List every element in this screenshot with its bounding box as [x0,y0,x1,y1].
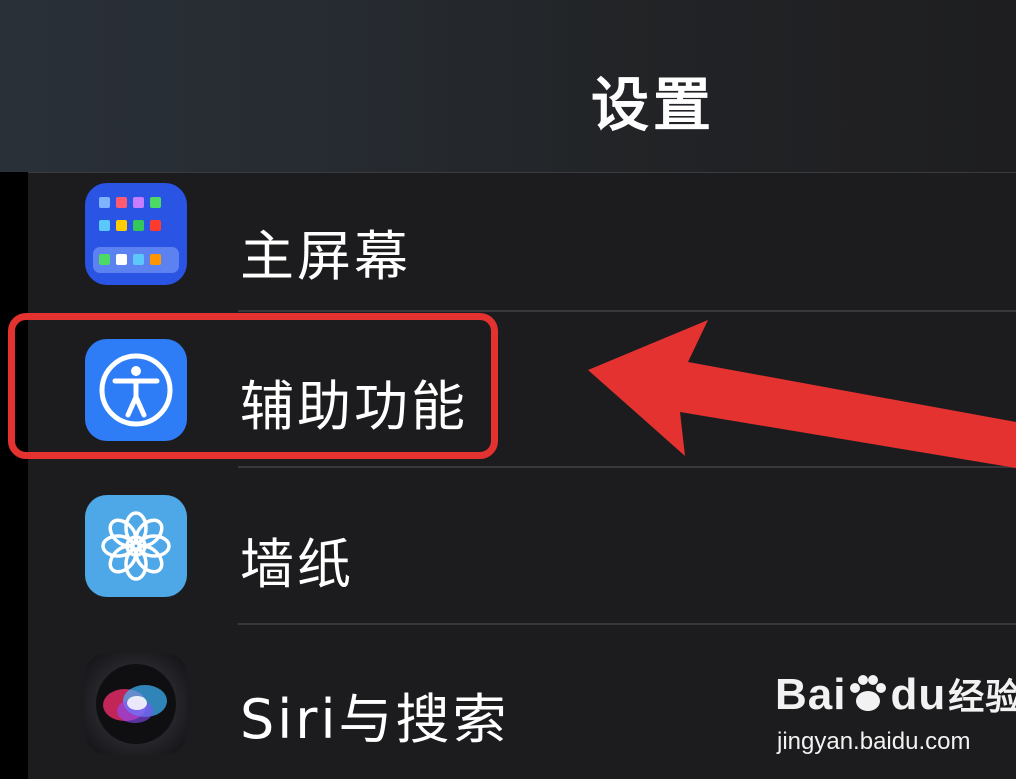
red-arrow-annotation [588,320,1016,468]
paw-icon [850,675,887,711]
left-edge-bar [0,172,28,779]
watermark-logo: Bai du经验 [775,668,1016,720]
baidu-jingyan-watermark: Bai du经验 jingyan.baidu.com [775,668,1016,768]
highlight-box [8,313,498,459]
watermark-brand-suffix: du [890,670,947,719]
settings-row-label: 墙纸 [240,533,354,596]
navigation-bar: 设置 [0,0,1016,173]
watermark-brand: Bai [775,670,847,719]
settings-row-label: 主屏幕 [240,225,411,288]
page-title: 设置 [590,71,715,139]
wallpaper-icon [85,495,187,597]
settings-row-home-screen[interactable]: 主屏幕 [28,172,1016,328]
home-screen-icon [85,183,187,285]
siri-icon [85,653,187,755]
watermark-product: 经验 [948,676,1016,717]
settings-row-label: Siri与搜索 [240,688,510,751]
watermark-url: jingyan.baidu.com [777,728,971,755]
settings-row-wallpaper[interactable]: 墙纸 [28,468,1016,624]
settings-screen: 设置 主屏幕 辅助功能 墙纸 Siri与搜索 Bai du经验 jingyan.… [0,0,1016,779]
